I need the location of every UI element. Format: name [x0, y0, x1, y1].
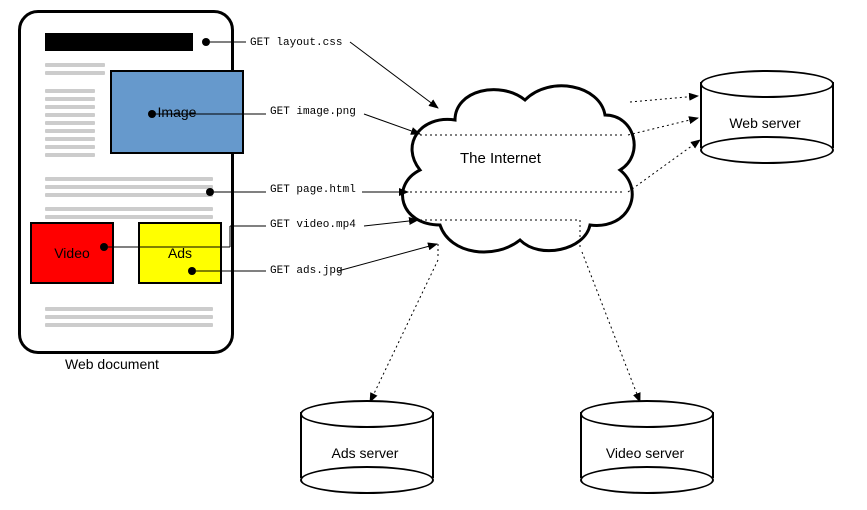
text-line: [45, 315, 213, 319]
image-dot: [148, 110, 156, 118]
ads-box-label: Ads: [168, 245, 192, 261]
layout-dot: [202, 38, 210, 46]
request-video-label: GET video.mp4: [270, 219, 356, 231]
text-line: [45, 113, 95, 117]
text-line: [45, 153, 95, 157]
request-ads-label: GET ads.jpg: [270, 265, 343, 277]
text-line: [45, 97, 95, 101]
video-dot: [100, 243, 108, 251]
image-box: Image: [110, 70, 244, 154]
diagram-canvas: Web document Image Video Ads The Interne…: [0, 0, 867, 510]
text-line: [45, 129, 95, 133]
internet-cloud-label: The Internet: [460, 150, 541, 167]
ads-server-label: Ads server: [300, 445, 430, 461]
web-document-caption: Web document: [65, 356, 159, 372]
ads-server: Ads server: [300, 400, 430, 490]
text-line: [45, 193, 213, 197]
image-box-label: Image: [158, 104, 197, 120]
ads-box: Ads: [138, 222, 222, 284]
text-line: [45, 137, 95, 141]
request-layout-label: GET layout.css: [250, 37, 342, 49]
video-server-label: Video server: [580, 445, 710, 461]
text-line: [45, 177, 213, 181]
page-dot: [206, 188, 214, 196]
text-line: [45, 215, 213, 219]
request-page-label: GET page.html: [270, 184, 356, 196]
text-line: [45, 185, 213, 189]
text-line: [45, 121, 95, 125]
text-line: [45, 323, 213, 327]
video-box: Video: [30, 222, 114, 284]
text-line: [45, 105, 95, 109]
text-line: [45, 63, 105, 67]
text-line: [45, 71, 105, 75]
ads-dot: [188, 267, 196, 275]
text-line: [45, 307, 213, 311]
web-server-label: Web server: [700, 115, 830, 131]
text-line: [45, 145, 95, 149]
video-box-label: Video: [54, 245, 90, 261]
web-server: Web server: [700, 70, 830, 160]
text-line: [45, 89, 95, 93]
text-line: [45, 207, 213, 211]
request-image-label: GET image.png: [270, 106, 356, 118]
web-document: [18, 10, 234, 354]
video-server: Video server: [580, 400, 710, 490]
document-title-bar: [45, 33, 193, 51]
